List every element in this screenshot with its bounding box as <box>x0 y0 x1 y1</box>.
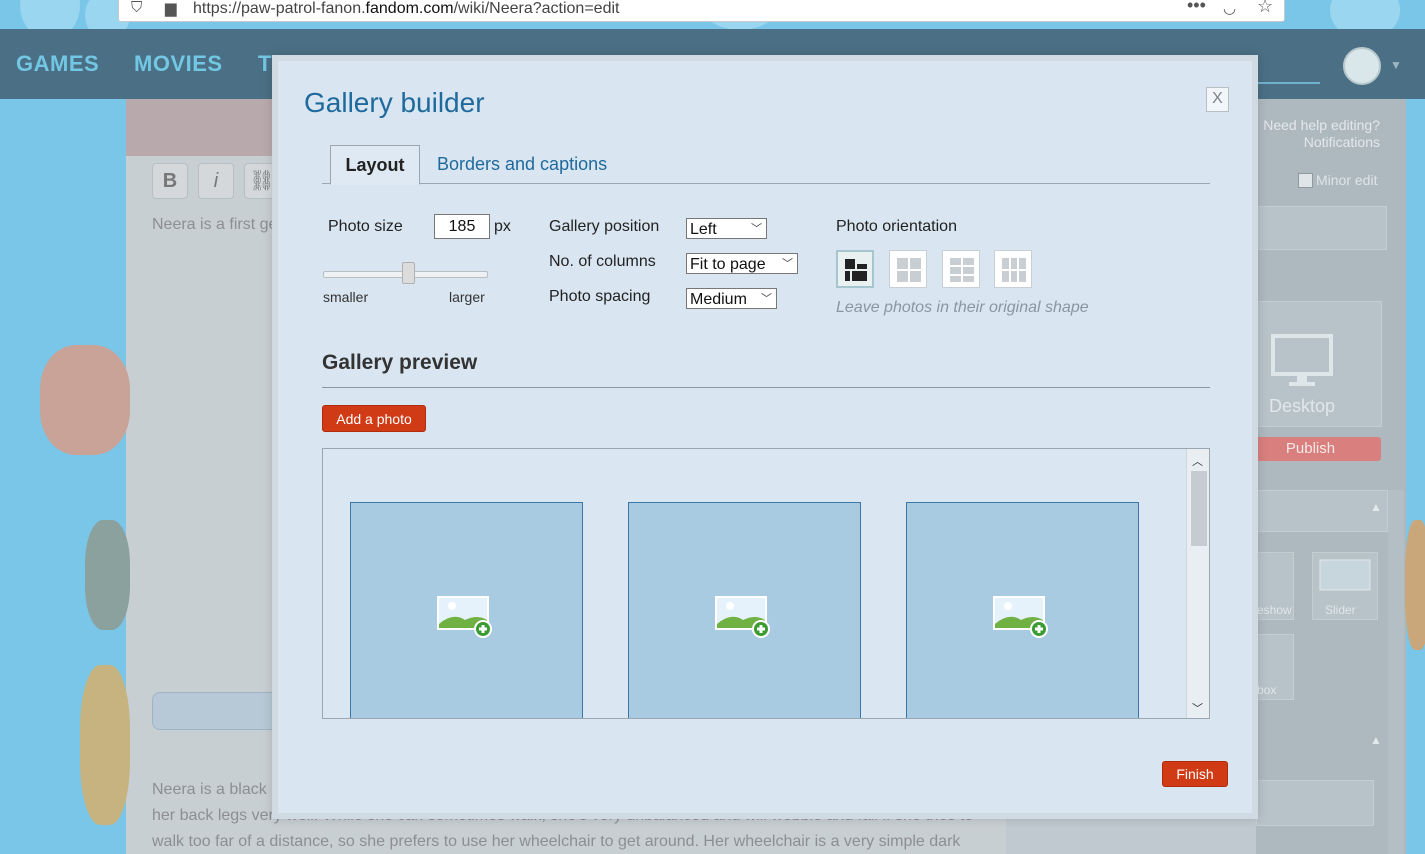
lightbox-label: box <box>1257 683 1277 697</box>
gallery-builder-dialog: Gallery builder X Layout Borders and cap… <box>272 55 1258 819</box>
gallery-preview-title: Gallery preview <box>322 351 478 374</box>
categories-input[interactable] <box>1256 780 1374 826</box>
preview-desktop-button[interactable]: Desktop <box>1256 301 1382 427</box>
italic-button[interactable]: i <box>198 163 234 199</box>
orientation-landscape-option[interactable] <box>942 250 980 288</box>
photo-slot[interactable] <box>628 502 861 718</box>
scroll-thumb[interactable] <box>1191 471 1207 546</box>
editor-line-1: Neera is a black <box>152 781 267 798</box>
chevron-up-icon[interactable]: ▲ <box>1370 500 1382 514</box>
preview-scrollbar[interactable]: ︿ ﹀ <box>1186 449 1209 718</box>
photo-size-input[interactable]: 185 <box>434 214 490 239</box>
close-button[interactable]: X <box>1206 87 1229 112</box>
panel-scrollbar[interactable] <box>1388 490 1404 854</box>
pocket-icon[interactable]: ◡ <box>1223 0 1236 17</box>
chevron-down-icon: ﹀ <box>751 223 762 235</box>
chevron-down-icon[interactable]: ▼ <box>1390 58 1402 72</box>
desktop-label: Desktop <box>1269 396 1336 416</box>
publish-button[interactable]: Publish <box>1240 437 1381 461</box>
star-icon[interactable]: ☆ <box>1257 0 1273 17</box>
nav-games[interactable]: GAMES <box>16 51 99 77</box>
orientation-label: Photo orientation <box>836 218 957 235</box>
help-editing-link[interactable]: Need help editing? <box>1240 117 1380 133</box>
nav-movies[interactable]: MOVIES <box>134 51 223 77</box>
slider-button[interactable]: Slider <box>1312 552 1378 620</box>
add-image-icon <box>437 596 492 638</box>
portrait-icon <box>1002 258 1026 282</box>
minor-edit-label: Minor edit <box>1316 172 1378 188</box>
square-icon <box>897 258 921 282</box>
add-image-icon <box>715 596 770 638</box>
spacing-value: Medium <box>690 291 747 308</box>
photo-size-unit: px <box>494 218 511 235</box>
slider-icon <box>1319 559 1371 591</box>
gallery-position-label: Gallery position <box>549 218 660 235</box>
link-icon: ⛓ <box>249 170 275 192</box>
slideshow-label: eshow <box>1257 603 1292 617</box>
slider-min-label: smaller <box>323 289 369 305</box>
scroll-down-icon[interactable]: ﹀ <box>1192 700 1203 716</box>
original-shape-icon <box>845 259 867 281</box>
minor-edit-checkbox[interactable] <box>1298 173 1313 188</box>
lightbox-button[interactable]: box <box>1256 634 1294 700</box>
tab-borders-captions[interactable]: Borders and captions <box>437 145 607 183</box>
columns-value: Fit to page <box>690 256 766 273</box>
photo-slot[interactable] <box>906 502 1139 718</box>
address-bar[interactable]: ⛉ ▆ https://paw-patrol-fanon.fandom.com/… <box>118 0 1285 22</box>
chevron-down-icon: ﹀ <box>782 258 793 270</box>
orientation-square-option[interactable] <box>889 250 927 288</box>
editor-intro-text: Neera is a first ge <box>152 216 278 233</box>
notifications-link[interactable]: Notifications <box>1240 134 1380 150</box>
panel-header-media <box>1256 490 1388 532</box>
pup-character-image <box>85 520 130 630</box>
slider-handle[interactable] <box>402 262 415 284</box>
add-image-icon <box>993 596 1048 638</box>
tab-layout[interactable]: Layout <box>330 145 420 185</box>
photo-slot[interactable] <box>350 502 583 718</box>
pup-character-image <box>1405 520 1425 650</box>
summary-box[interactable] <box>1256 206 1387 250</box>
url-text: https://paw-patrol-fanon.fandom.com/wiki… <box>193 0 620 17</box>
lock-icon: ▆ <box>165 0 177 17</box>
chevron-up-icon[interactable]: ▲ <box>1370 733 1382 747</box>
more-icon[interactable]: ••• <box>1187 0 1206 16</box>
gallery-position-select[interactable]: Left ﹀ <box>686 218 767 239</box>
orientation-portrait-option[interactable] <box>994 250 1032 288</box>
pup-character-image <box>40 345 130 455</box>
gallery-position-value: Left <box>690 221 717 238</box>
spacing-select[interactable]: Medium ﹀ <box>686 288 777 309</box>
photo-size-label: Photo size <box>328 218 403 235</box>
editor-line-3: walk too far of a distance, so she prefe… <box>152 833 961 850</box>
landscape-icon <box>950 258 974 282</box>
section-divider <box>322 387 1210 388</box>
columns-label: No. of columns <box>549 253 656 270</box>
finish-button[interactable]: Finish <box>1162 761 1228 787</box>
columns-select[interactable]: Fit to page ﹀ <box>686 253 798 274</box>
orientation-original-option[interactable] <box>836 250 874 288</box>
chevron-down-icon: ﹀ <box>761 293 772 305</box>
add-photo-button[interactable]: Add a photo <box>322 405 426 432</box>
bold-button[interactable]: B <box>152 163 188 199</box>
shield-icon: ⛉ <box>131 0 143 16</box>
spacing-label: Photo spacing <box>549 288 651 305</box>
scroll-up-icon[interactable]: ︿ <box>1192 453 1203 469</box>
slider-label: Slider <box>1325 603 1356 617</box>
desktop-icon <box>1271 334 1333 386</box>
gallery-preview-area: ︿ ﹀ <box>322 448 1210 719</box>
slider-max-label: larger <box>449 289 485 305</box>
avatar[interactable] <box>1343 47 1381 85</box>
orientation-hint: Leave photos in their original shape <box>836 299 1089 316</box>
slideshow-button[interactable]: eshow <box>1256 552 1294 620</box>
dialog-title: Gallery builder <box>304 87 485 118</box>
pup-character-image <box>80 665 130 825</box>
tabs-divider <box>322 183 1210 184</box>
